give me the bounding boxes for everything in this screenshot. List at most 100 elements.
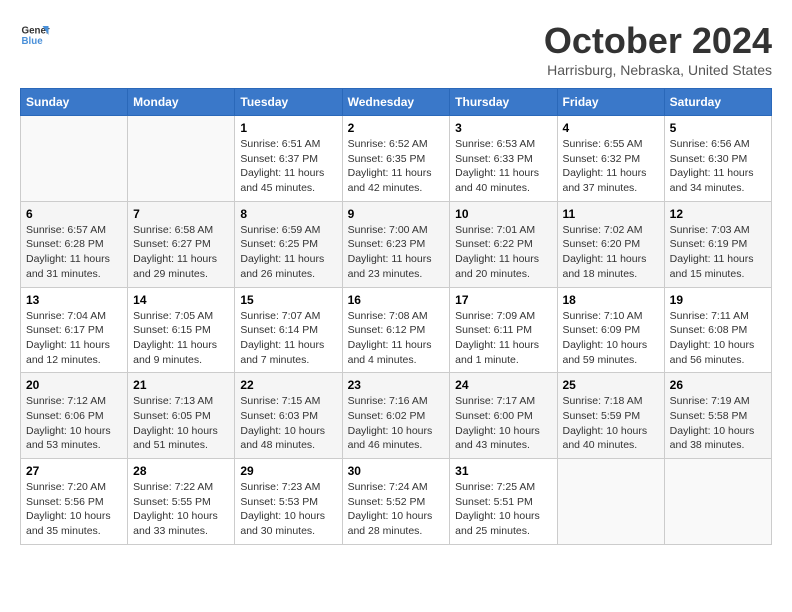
calendar-cell: 3Sunrise: 6:53 AMSunset: 6:33 PMDaylight… — [450, 116, 557, 202]
day-info: Sunrise: 7:00 AMSunset: 6:23 PMDaylight:… — [348, 223, 445, 282]
day-number: 21 — [133, 378, 229, 392]
calendar-cell: 7 Sunrise: 6:58 AMSunset: 6:27 PMDaylight… — [128, 201, 235, 287]
calendar-cell: 22 Sunrise: 7:15 AMSunset: 6:03 PMDayligh… — [235, 373, 342, 459]
calendar-cell: 21 Sunrise: 7:13 AMSunset: 6:05 PMDayligh… — [128, 373, 235, 459]
calendar-cell: 31 Sunrise: 7:25 AMSunset: 5:51 PMDayligh… — [450, 459, 557, 545]
day-info: Sunrise: 6:58 AMSunset: 6:27 PMDaylight:… — [133, 223, 229, 282]
day-info: Sunrise: 7:03 AMSunset: 6:19 PMDaylight:… — [670, 223, 766, 282]
day-info: Sunrise: 6:52 AMSunset: 6:35 PMDaylight:… — [348, 137, 445, 196]
day-number: 8 — [240, 207, 336, 221]
logo: General Blue — [20, 20, 52, 50]
calendar-week-row: 27 Sunrise: 7:20 AMSunset: 5:56 PMDayligh… — [21, 459, 772, 545]
day-info: Sunrise: 6:59 AMSunset: 6:25 PMDaylight:… — [240, 223, 336, 282]
day-info: Sunrise: 6:53 AMSunset: 6:33 PMDaylight:… — [455, 137, 551, 196]
weekday-header-row: SundayMondayTuesdayWednesdayThursdayFrid… — [21, 89, 772, 116]
day-number: 23 — [348, 378, 445, 392]
day-number: 7 — [133, 207, 229, 221]
day-info: Sunrise: 7:17 AMSunset: 6:00 PMDaylight:… — [455, 394, 551, 453]
calendar-cell: 28Sunrise: 7:22 AMSunset: 5:55 PMDayligh… — [128, 459, 235, 545]
day-number: 6 — [26, 207, 122, 221]
day-number: 17 — [455, 293, 551, 307]
calendar-cell: 20 Sunrise: 7:12 AMSunset: 6:06 PMDayligh… — [21, 373, 128, 459]
calendar-cell — [664, 459, 771, 545]
day-info: Sunrise: 7:20 AMSunset: 5:56 PMDaylight:… — [26, 480, 122, 539]
calendar-table: SundayMondayTuesdayWednesdayThursdayFrid… — [20, 88, 772, 545]
calendar-cell — [128, 116, 235, 202]
day-number: 15 — [240, 293, 336, 307]
calendar-cell — [557, 459, 664, 545]
weekday-header: Thursday — [450, 89, 557, 116]
day-info: Sunrise: 7:04 AMSunset: 6:17 PMDaylight:… — [26, 309, 122, 368]
day-number: 30 — [348, 464, 445, 478]
calendar-week-row: 1Sunrise: 6:51 AMSunset: 6:37 PMDaylight… — [21, 116, 772, 202]
day-number: 14 — [133, 293, 229, 307]
day-info: Sunrise: 7:25 AMSunset: 5:51 PMDaylight:… — [455, 480, 551, 539]
calendar-cell: 13 Sunrise: 7:04 AMSunset: 6:17 PMDayligh… — [21, 287, 128, 373]
weekday-header: Monday — [128, 89, 235, 116]
day-info: Sunrise: 7:05 AMSunset: 6:15 PMDaylight:… — [133, 309, 229, 368]
calendar-cell: 14 Sunrise: 7:05 AMSunset: 6:15 PMDayligh… — [128, 287, 235, 373]
day-number: 9 — [348, 207, 445, 221]
day-number: 19 — [670, 293, 766, 307]
location: Harrisburg, Nebraska, United States — [544, 62, 772, 78]
calendar-cell: 30 Sunrise: 7:24 AMSunset: 5:52 PMDayligh… — [342, 459, 450, 545]
calendar-cell: 6Sunrise: 6:57 AMSunset: 6:28 PMDaylight… — [21, 201, 128, 287]
calendar-week-row: 6Sunrise: 6:57 AMSunset: 6:28 PMDaylight… — [21, 201, 772, 287]
calendar-cell: 11 Sunrise: 7:02 AMSunset: 6:20 PMDayligh… — [557, 201, 664, 287]
day-number: 22 — [240, 378, 336, 392]
calendar-cell: 27 Sunrise: 7:20 AMSunset: 5:56 PMDayligh… — [21, 459, 128, 545]
day-number: 16 — [348, 293, 445, 307]
day-number: 12 — [670, 207, 766, 221]
day-number: 18 — [563, 293, 659, 307]
calendar-cell: 26Sunrise: 7:19 AMSunset: 5:58 PMDayligh… — [664, 373, 771, 459]
calendar-cell: 18 Sunrise: 7:10 AMSunset: 6:09 PMDayligh… — [557, 287, 664, 373]
calendar-cell: 25 Sunrise: 7:18 AMSunset: 5:59 PMDayligh… — [557, 373, 664, 459]
calendar-cell: 23 Sunrise: 7:16 AMSunset: 6:02 PMDayligh… — [342, 373, 450, 459]
day-info: Sunrise: 7:02 AMSunset: 6:20 PMDaylight:… — [563, 223, 659, 282]
day-info: Sunrise: 7:13 AMSunset: 6:05 PMDaylight:… — [133, 394, 229, 453]
weekday-header: Friday — [557, 89, 664, 116]
day-info: Sunrise: 7:23 AMSunset: 5:53 PMDaylight:… — [240, 480, 336, 539]
day-info: Sunrise: 7:10 AMSunset: 6:09 PMDaylight:… — [563, 309, 659, 368]
weekday-header: Sunday — [21, 89, 128, 116]
day-number: 26 — [670, 378, 766, 392]
day-number: 20 — [26, 378, 122, 392]
svg-text:Blue: Blue — [22, 36, 44, 47]
calendar-cell: 8 Sunrise: 6:59 AMSunset: 6:25 PMDaylight… — [235, 201, 342, 287]
day-number: 4 — [563, 121, 659, 135]
day-number: 13 — [26, 293, 122, 307]
day-info: Sunrise: 7:07 AMSunset: 6:14 PMDaylight:… — [240, 309, 336, 368]
calendar-cell: 10Sunrise: 7:01 AMSunset: 6:22 PMDayligh… — [450, 201, 557, 287]
day-info: Sunrise: 7:24 AMSunset: 5:52 PMDaylight:… — [348, 480, 445, 539]
weekday-header: Tuesday — [235, 89, 342, 116]
calendar-cell — [21, 116, 128, 202]
weekday-header: Saturday — [664, 89, 771, 116]
calendar-cell: 29Sunrise: 7:23 AMSunset: 5:53 PMDayligh… — [235, 459, 342, 545]
calendar-cell: 9 Sunrise: 7:00 AMSunset: 6:23 PMDaylight… — [342, 201, 450, 287]
title-block: October 2024 Harrisburg, Nebraska, Unite… — [544, 20, 772, 78]
day-number: 25 — [563, 378, 659, 392]
calendar-cell: 4 Sunrise: 6:55 AMSunset: 6:32 PMDaylight… — [557, 116, 664, 202]
calendar-cell: 16Sunrise: 7:08 AMSunset: 6:12 PMDayligh… — [342, 287, 450, 373]
day-info: Sunrise: 7:18 AMSunset: 5:59 PMDaylight:… — [563, 394, 659, 453]
calendar-cell: 15 Sunrise: 7:07 AMSunset: 6:14 PMDayligh… — [235, 287, 342, 373]
day-number: 11 — [563, 207, 659, 221]
day-info: Sunrise: 6:55 AMSunset: 6:32 PMDaylight:… — [563, 137, 659, 196]
day-info: Sunrise: 7:16 AMSunset: 6:02 PMDaylight:… — [348, 394, 445, 453]
day-number: 5 — [670, 121, 766, 135]
day-number: 2 — [348, 121, 445, 135]
weekday-header: Wednesday — [342, 89, 450, 116]
day-info: Sunrise: 7:22 AMSunset: 5:55 PMDaylight:… — [133, 480, 229, 539]
calendar-cell: 24Sunrise: 7:17 AMSunset: 6:00 PMDayligh… — [450, 373, 557, 459]
day-info: Sunrise: 7:12 AMSunset: 6:06 PMDaylight:… — [26, 394, 122, 453]
calendar-cell: 17Sunrise: 7:09 AMSunset: 6:11 PMDayligh… — [450, 287, 557, 373]
page-header: General Blue October 2024 Harrisburg, Ne… — [20, 20, 772, 78]
day-info: Sunrise: 7:15 AMSunset: 6:03 PMDaylight:… — [240, 394, 336, 453]
calendar-week-row: 20 Sunrise: 7:12 AMSunset: 6:06 PMDayligh… — [21, 373, 772, 459]
calendar-cell: 12 Sunrise: 7:03 AMSunset: 6:19 PMDayligh… — [664, 201, 771, 287]
day-number: 31 — [455, 464, 551, 478]
day-info: Sunrise: 7:11 AMSunset: 6:08 PMDaylight:… — [670, 309, 766, 368]
calendar-week-row: 13 Sunrise: 7:04 AMSunset: 6:17 PMDayligh… — [21, 287, 772, 373]
calendar-cell: 5Sunrise: 6:56 AMSunset: 6:30 PMDaylight… — [664, 116, 771, 202]
day-number: 27 — [26, 464, 122, 478]
